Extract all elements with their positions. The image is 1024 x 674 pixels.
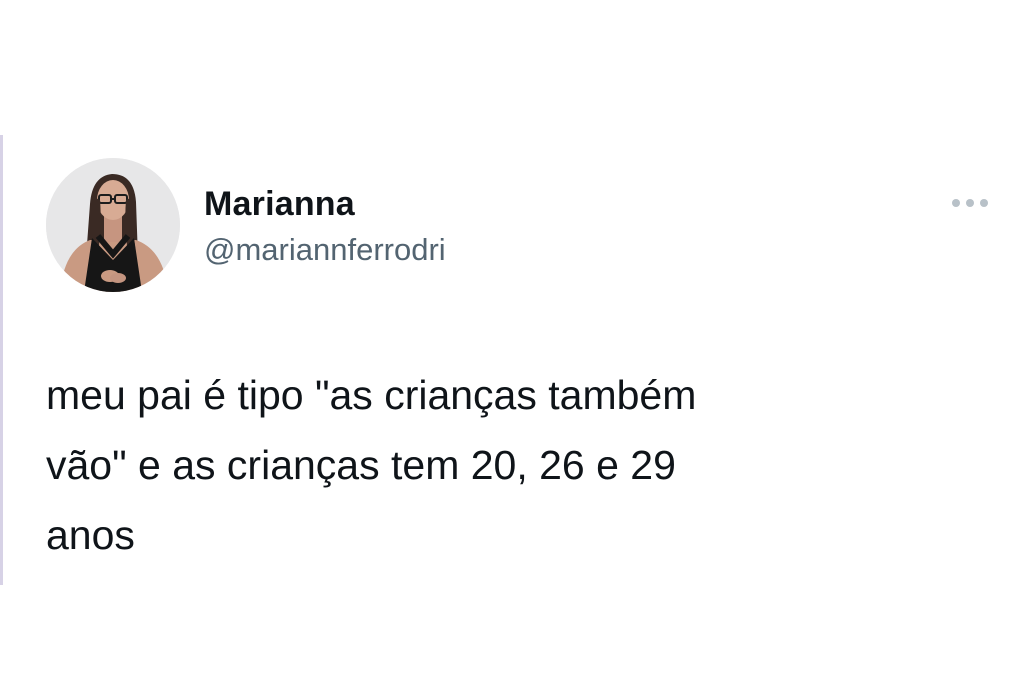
screenshot-canvas: Marianna @mariannferrodri meu pai é tipo…	[0, 0, 1024, 674]
avatar[interactable]	[46, 158, 180, 292]
tweet-text: meu pai é tipo "as crianças também vão" …	[46, 372, 697, 558]
display-name[interactable]: Marianna	[204, 184, 446, 224]
more-dot	[952, 199, 960, 207]
profile-photo-icon	[46, 158, 180, 292]
author-info: Marianna @mariannferrodri	[204, 184, 446, 270]
more-dot	[966, 199, 974, 207]
user-handle[interactable]: @mariannferrodri	[204, 230, 446, 270]
tweet-header: Marianna @mariannferrodri	[46, 158, 996, 298]
left-edge-line	[0, 135, 3, 585]
more-options-icon[interactable]	[952, 196, 988, 210]
tweet-card[interactable]: Marianna @mariannferrodri meu pai é tipo…	[46, 158, 996, 570]
more-dot	[980, 199, 988, 207]
